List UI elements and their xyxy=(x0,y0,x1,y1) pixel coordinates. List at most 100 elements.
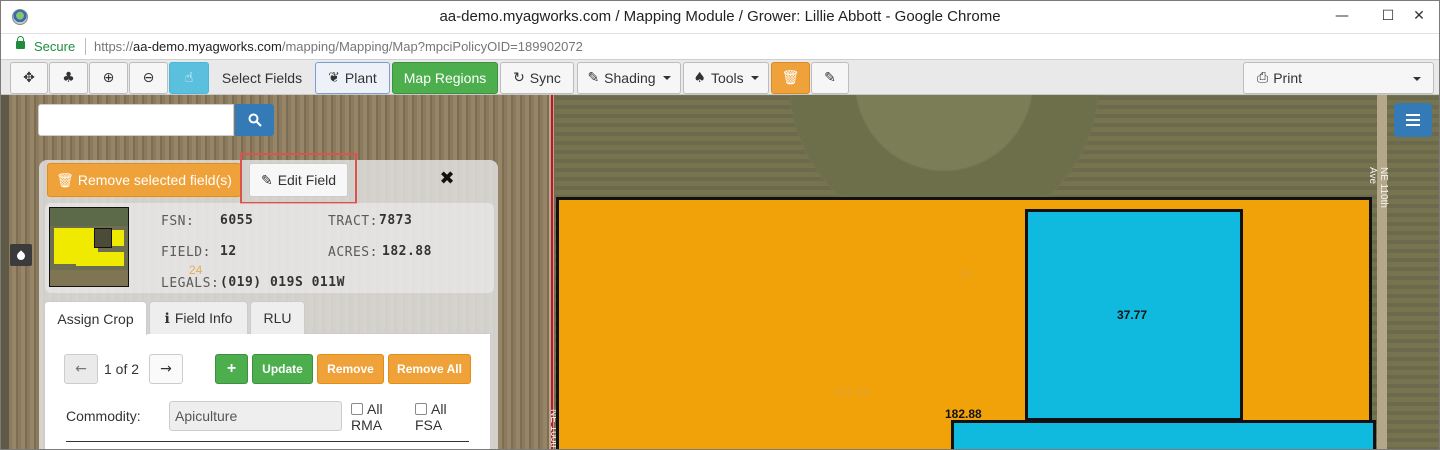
thumb-field xyxy=(112,230,124,246)
crop-page-indicator: 1 of 2 xyxy=(104,361,140,377)
remove-selected-label: Remove selected field(s) xyxy=(77,172,232,188)
url-path: /mapping/Mapping/Map?mpciPolicyOID=18990… xyxy=(281,39,583,54)
remove-selected-fields-button[interactable]: 🗑 Remove selected field(s) xyxy=(47,163,241,197)
tree-icon: ♣ xyxy=(62,70,75,86)
info-icon: ℹ xyxy=(164,309,170,326)
map-regions-button[interactable]: Map Regions xyxy=(392,62,498,94)
zoom-in-icon: ⊕ xyxy=(102,70,115,86)
shading-dropdown[interactable]: ✎ Shading xyxy=(577,62,681,94)
previous-crop-button[interactable]: ← xyxy=(64,354,98,384)
fsn-value: 6055 xyxy=(220,213,254,228)
remove-crop-button[interactable]: Remove xyxy=(317,354,384,384)
tab-assign-crop-label: Assign Crop xyxy=(57,310,134,327)
thumb-area xyxy=(50,208,128,226)
tract-value: 7873 xyxy=(379,213,413,228)
acres-value: 182.88 xyxy=(382,244,432,259)
field-key: FIELD: xyxy=(161,245,211,260)
leaf-icon: ❦ xyxy=(328,70,340,86)
tools-dropdown[interactable]: ♠ Tools xyxy=(683,62,769,94)
commodity-field[interactable]: Apiculture xyxy=(169,401,342,431)
menu-bar-icon xyxy=(1406,114,1420,116)
tab-field-info-label: Field Info xyxy=(174,310,233,326)
chevron-down-icon xyxy=(662,76,671,80)
thumb-field xyxy=(94,228,112,248)
map-regions-label: Map Regions xyxy=(403,70,487,86)
select-fields-label: Select Fields xyxy=(221,70,303,86)
commodity-label: Commodity: xyxy=(66,408,141,424)
window-title: aa-demo.myagworks.com / Mapping Module /… xyxy=(439,8,1001,25)
update-crop-button[interactable]: Update xyxy=(252,354,313,384)
menu-bar-icon xyxy=(1406,124,1420,126)
map-left-strip xyxy=(1,95,9,449)
sync-button[interactable]: ↻ Sync xyxy=(500,62,574,94)
url-text[interactable]: https://aa-demo.myagworks.com/mapping/Ma… xyxy=(94,39,583,54)
tab-rlu[interactable]: RLU xyxy=(250,301,305,334)
close-window-button[interactable]: ✕ xyxy=(1397,1,1439,31)
arrow-right-icon: → xyxy=(160,361,172,377)
thumb-area xyxy=(50,270,128,286)
edit-button[interactable]: ✎ xyxy=(811,62,849,94)
pointer-hand-icon: ☝ xyxy=(184,70,194,86)
fsn-key: FSN: xyxy=(161,214,195,229)
add-crop-button[interactable]: + xyxy=(215,354,248,384)
zoom-out-button[interactable]: ⊖ xyxy=(129,62,168,94)
all-fsa-checkbox[interactable]: All FSA xyxy=(415,401,447,433)
water-drop-icon xyxy=(15,250,27,262)
remove-all-crops-button[interactable]: Remove All xyxy=(388,354,471,384)
all-fsa-label-1: All xyxy=(431,401,447,417)
plant-label: Plant xyxy=(344,70,377,86)
delete-button[interactable]: 🗑 xyxy=(771,62,810,94)
tract-key: TRACT: xyxy=(328,214,378,229)
field-ghost-label: 18 xyxy=(958,267,972,281)
secure-label: Secure xyxy=(34,39,76,54)
shading-label: Shading xyxy=(604,70,656,86)
chevron-down-icon xyxy=(750,76,759,80)
checkbox-icon xyxy=(415,403,427,415)
trash-icon: 🗑 xyxy=(781,70,800,86)
all-rma-label-1: All xyxy=(367,401,383,417)
print-dropdown[interactable]: ⎙ Print xyxy=(1243,62,1434,94)
address-bar[interactable]: Secure https://aa-demo.myagworks.com/map… xyxy=(1,33,1439,59)
water-drop-button[interactable] xyxy=(10,244,32,266)
url-scheme: https:// xyxy=(94,39,134,54)
lock-icon xyxy=(16,36,25,49)
next-crop-button[interactable]: → xyxy=(149,354,183,384)
zoom-in-button[interactable]: ⊕ xyxy=(89,62,128,94)
title-bar: aa-demo.myagworks.com / Mapping Module /… xyxy=(1,1,1439,33)
layers-menu-button[interactable] xyxy=(1394,103,1432,137)
tree-button[interactable]: ♣ xyxy=(49,62,88,94)
all-rma-checkbox[interactable]: All RMA xyxy=(351,401,383,433)
tools-label: Tools xyxy=(710,70,744,86)
plant-button[interactable]: ❦ Plant xyxy=(315,62,390,94)
field-blue-acres-label: 37.77 xyxy=(1117,308,1148,322)
menu-bar-icon xyxy=(1406,119,1420,121)
legals-value: (019) 019S 011W xyxy=(220,275,345,290)
select-fields-button[interactable]: Select Fields xyxy=(211,62,313,94)
pan-button[interactable]: ✥ xyxy=(10,62,48,94)
map-search-button[interactable] xyxy=(235,104,274,136)
close-panel-button[interactable]: ✖ xyxy=(437,168,457,190)
checkbox-icon xyxy=(351,403,363,415)
map-search-input[interactable] xyxy=(38,104,234,136)
refresh-icon: ↻ xyxy=(513,70,525,86)
field-ghost-acres: 182.88 xyxy=(833,385,870,399)
tab-field-info[interactable]: ℹ Field Info xyxy=(149,301,248,334)
minimize-button[interactable]: — xyxy=(1319,1,1365,31)
printer-icon: ⎙ xyxy=(1257,70,1269,86)
field-acres-label: 182.88 xyxy=(945,407,982,421)
tab-rlu-label: RLU xyxy=(263,310,292,326)
address-separator xyxy=(85,38,86,55)
map-toolbar: ✥ ♣ ⊕ ⊖ ☝ Select Fields ❦ Plant Map Regio… xyxy=(1,59,1439,95)
field-value: 12 xyxy=(220,244,237,259)
search-icon xyxy=(248,113,262,127)
all-rma-label-2: RMA xyxy=(351,417,383,433)
print-label: Print xyxy=(1273,70,1302,86)
tab-assign-crop[interactable]: Assign Crop xyxy=(44,301,147,335)
form-divider xyxy=(66,441,469,442)
tools-icon: ♠ xyxy=(693,70,706,86)
edit-icon: ✎ xyxy=(824,70,836,86)
pan-icon: ✥ xyxy=(23,70,35,86)
select-tool-button[interactable]: ☝ xyxy=(169,62,209,94)
url-host: aa-demo.myagworks.com xyxy=(133,39,282,54)
crop-field-blue-lower[interactable] xyxy=(951,420,1376,449)
